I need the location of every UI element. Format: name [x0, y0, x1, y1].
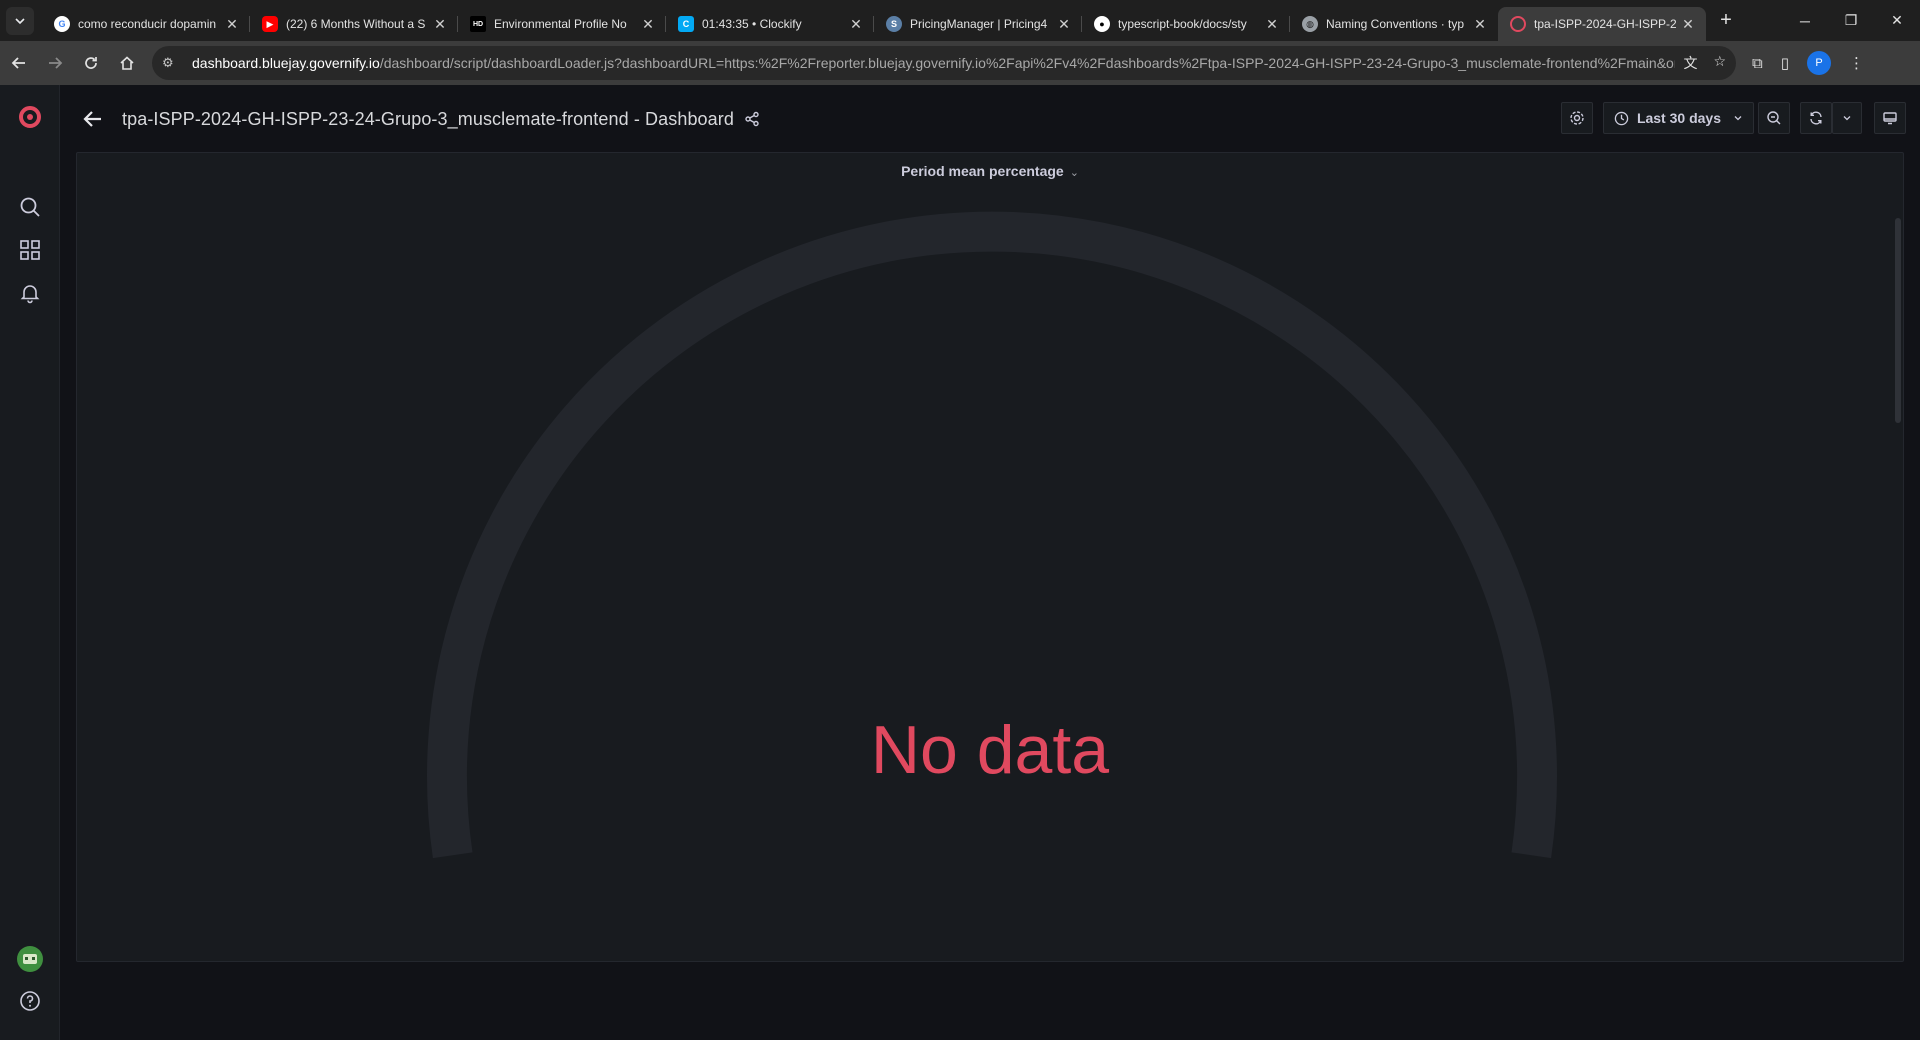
- gear-icon: [1570, 111, 1584, 125]
- tv-mode-button[interactable]: [1874, 102, 1906, 134]
- clock-icon: [1614, 111, 1629, 125]
- browser-tab-strip: G como reconducir dopamin ✕ ▶ (22) 6 Mon…: [0, 0, 1920, 41]
- address-bar[interactable]: ⚙ dashboard.bluejay.governify.io /dashbo…: [152, 46, 1736, 80]
- arrow-right-icon: [49, 57, 63, 69]
- window-controls: ─ ❐ ✕: [1782, 0, 1920, 41]
- tab-title: 01:43:35 • Clockify: [702, 17, 802, 31]
- translate-icon[interactable]: 文: [1683, 53, 1697, 73]
- site-info-icon[interactable]: ⚙: [162, 55, 184, 71]
- browser-tab[interactable]: ▶ (22) 6 Months Without a S ✕: [250, 7, 458, 41]
- tab-title: Environmental Profile No: [494, 17, 627, 31]
- url-path: /dashboard/script/dashboardLoader.js?das…: [379, 55, 1676, 71]
- scrollbar[interactable]: [1895, 218, 1901, 423]
- arrow-left-icon: [11, 57, 25, 69]
- side-menu: [0, 85, 60, 1040]
- close-icon[interactable]: ✕: [224, 16, 240, 33]
- tab-search-button[interactable]: [6, 6, 34, 35]
- dashboard-header: tpa-ISPP-2024-GH-ISPP-23-24-Grupo-3_musc…: [60, 85, 1920, 153]
- dashboard-title[interactable]: tpa-ISPP-2024-GH-ISPP-23-24-Grupo-3_musc…: [122, 109, 734, 130]
- clockify-icon: C: [678, 16, 694, 32]
- tab-title: tpa-ISPP-2024-GH-ISPP-2: [1534, 17, 1676, 31]
- dashboards-icon[interactable]: [14, 234, 46, 266]
- browser-tab[interactable]: C 01:43:35 • Clockify ✕: [666, 7, 874, 41]
- tab-title: (22) 6 Months Without a S: [286, 17, 426, 31]
- close-window-button[interactable]: ✕: [1874, 0, 1920, 41]
- minimize-button[interactable]: ─: [1782, 0, 1828, 41]
- new-tab-button[interactable]: +: [1712, 7, 1740, 35]
- browser-tab[interactable]: ● typescript-book/docs/sty ✕: [1082, 7, 1290, 41]
- chevron-down-icon: [1734, 116, 1742, 121]
- pricing-icon: S: [886, 16, 902, 32]
- tab-title: Naming Conventions · typ: [1326, 17, 1465, 31]
- chevron-down-icon: [1843, 116, 1851, 121]
- grafana-logo-icon[interactable]: [14, 101, 46, 133]
- browser-toolbar: ⚙ dashboard.bluejay.governify.io /dashbo…: [0, 41, 1920, 85]
- hd-icon: HD: [470, 16, 486, 32]
- refresh-icon: [1810, 111, 1822, 125]
- google-icon: G: [54, 16, 70, 32]
- home-button[interactable]: [110, 46, 144, 80]
- profile-avatar[interactable]: P: [1806, 51, 1831, 75]
- close-icon[interactable]: ✕: [432, 16, 448, 33]
- share-icon[interactable]: [744, 110, 762, 128]
- globe-icon: ◍: [1302, 16, 1318, 32]
- side-panel-icon[interactable]: ▯: [1781, 54, 1789, 72]
- browser-tab[interactable]: S PricingManager | Pricing4 ✕: [874, 7, 1082, 41]
- browser-tab-active[interactable]: tpa-ISPP-2024-GH-ISPP-2 ✕: [1498, 7, 1706, 41]
- refresh-interval-button[interactable]: [1832, 102, 1862, 134]
- restore-button[interactable]: ❐: [1828, 0, 1874, 41]
- home-icon: [120, 56, 134, 70]
- dashboard-settings-button[interactable]: [1560, 102, 1593, 134]
- help-icon[interactable]: [14, 985, 46, 1017]
- time-range-label: Last 30 days: [1636, 110, 1721, 126]
- header-toolbar: Last 30 days: [1560, 102, 1906, 134]
- browser-tab[interactable]: ◍ Naming Conventions · typ ✕: [1290, 7, 1498, 41]
- reload-icon: [85, 57, 97, 69]
- bell-icon[interactable]: [14, 277, 46, 309]
- close-icon[interactable]: ✕: [1680, 16, 1696, 33]
- github-icon: ●: [1094, 16, 1110, 32]
- close-icon[interactable]: ✕: [1056, 16, 1072, 33]
- star-icon[interactable]: ☆: [1713, 53, 1726, 73]
- search-icon[interactable]: [14, 191, 46, 223]
- close-icon[interactable]: ✕: [1472, 16, 1488, 33]
- url-host: dashboard.bluejay.governify.io: [192, 55, 380, 71]
- grafana-icon: [1510, 16, 1526, 32]
- reload-button[interactable]: [74, 46, 108, 80]
- tab-title: typescript-book/docs/sty: [1118, 17, 1247, 31]
- grafana-app: tpa-ISPP-2024-GH-ISPP-23-24-Grupo-3_musc…: [0, 85, 1920, 1040]
- youtube-icon: ▶: [262, 16, 278, 32]
- tab-title: PricingManager | Pricing4: [910, 17, 1048, 31]
- close-icon[interactable]: ✕: [848, 16, 864, 33]
- no-data-message: No data: [870, 712, 1110, 788]
- close-icon[interactable]: ✕: [1264, 16, 1280, 33]
- tab-title: como reconducir dopamin: [78, 17, 217, 31]
- menu-icon[interactable]: ⋮: [1849, 54, 1864, 72]
- gauge-panel: Period mean percentage ⌄ No data: [76, 152, 1904, 962]
- refresh-button[interactable]: [1800, 102, 1832, 134]
- back-arrow-icon[interactable]: [80, 106, 106, 132]
- forward-button[interactable]: [38, 46, 72, 80]
- extensions-icon[interactable]: ⧉: [1752, 55, 1763, 72]
- back-button[interactable]: [2, 46, 36, 80]
- browser-tab[interactable]: HD Environmental Profile No ✕: [458, 7, 666, 41]
- close-icon[interactable]: ✕: [640, 16, 656, 33]
- time-range-picker[interactable]: Last 30 days: [1602, 102, 1754, 134]
- chevron-down-icon: [15, 17, 25, 24]
- zoom-out-icon: [1767, 111, 1781, 125]
- user-avatar-icon[interactable]: [14, 943, 46, 975]
- browser-tab[interactable]: G como reconducir dopamin ✕: [42, 7, 250, 41]
- gauge-arc: [427, 211, 1557, 859]
- zoom-out-button[interactable]: [1758, 102, 1790, 134]
- monitor-icon: [1883, 112, 1897, 125]
